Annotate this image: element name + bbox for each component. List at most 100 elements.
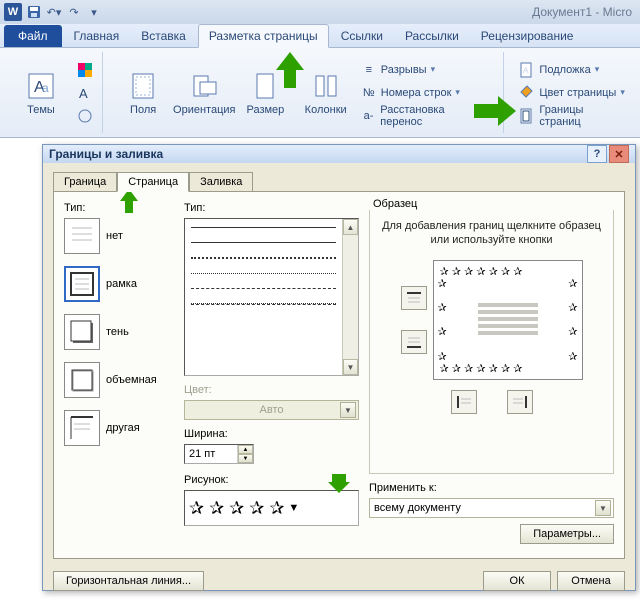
breaks-button[interactable]: ≡Разрывы	[358, 60, 498, 80]
border-right-toggle[interactable]	[507, 390, 533, 414]
size-label: Размер	[246, 104, 284, 116]
help-button[interactable]: ?	[587, 145, 607, 163]
columns-icon	[310, 70, 342, 102]
tab-home[interactable]: Главная	[64, 25, 130, 47]
themes-icon: Aa	[25, 70, 57, 102]
dialog-body: Граница Страница Заливка Тип: нет	[43, 163, 635, 565]
dialog-titlebar: Границы и заливка ? ✕	[43, 145, 635, 163]
art-sample-icon: ✰ ✰ ✰ ✰ ✰	[189, 498, 284, 519]
width-label: Ширина:	[184, 428, 359, 440]
style-dash-dot[interactable]	[191, 303, 336, 305]
setting-box-label: рамка	[106, 278, 137, 290]
chevron-down-icon[interactable]: ▼	[595, 500, 611, 516]
chevron-down-icon[interactable]: ▼	[288, 502, 299, 514]
apply-row: Применить к: всему документу ▼	[369, 482, 614, 518]
scroll-up-icon[interactable]: ▲	[343, 219, 358, 235]
style-solid-2[interactable]	[191, 242, 336, 243]
horizontal-line-button[interactable]: Горизонтальная линия...	[53, 571, 204, 591]
svg-text:a: a	[42, 81, 49, 95]
annotation-arrow-right-icon	[472, 94, 518, 128]
ribbon-tabs: Файл Главная Вставка Разметка страницы С…	[0, 24, 640, 48]
theme-effects-icon[interactable]	[74, 106, 96, 126]
setting-custom[interactable]: другая	[64, 410, 174, 446]
theme-colors-icon[interactable]	[74, 60, 96, 80]
style-column: Тип: ▲ ▼ Цвет:	[184, 202, 359, 548]
svg-text:A: A	[79, 86, 88, 101]
tab-review[interactable]: Рецензирование	[471, 25, 584, 47]
style-solid[interactable]	[191, 227, 336, 228]
tab-page-layout[interactable]: Разметка страницы	[198, 24, 329, 48]
style-scrollbar[interactable]: ▲ ▼	[342, 219, 358, 375]
themes-button[interactable]: Aa Темы	[12, 70, 70, 116]
width-spinner[interactable]: 21 пт ▲▼	[184, 444, 254, 464]
margins-icon	[127, 70, 159, 102]
setting-box[interactable]: рамка	[64, 266, 174, 302]
undo-icon[interactable]: ↶▾	[46, 4, 62, 20]
cancel-button[interactable]: Отмена	[557, 571, 625, 591]
tab-fill[interactable]: Заливка	[189, 172, 253, 192]
apply-combo[interactable]: всему документу ▼	[369, 498, 614, 518]
close-button[interactable]: ✕	[609, 145, 629, 163]
qat-customize-icon[interactable]: ▾	[86, 4, 102, 20]
page-borders-icon	[519, 108, 535, 124]
annotation-arrow-up-icon	[270, 50, 310, 90]
style-dashed[interactable]	[191, 288, 336, 289]
tab-border[interactable]: Граница	[53, 172, 117, 192]
tab-references[interactable]: Ссылки	[331, 25, 393, 47]
line-numbers-icon: №	[361, 85, 377, 101]
page-borders-button[interactable]: Границы страниц	[516, 106, 628, 126]
title-bar: W ↶▾ ↷ ▾ Документ1 - Micro	[0, 0, 640, 24]
setting-custom-icon	[64, 410, 100, 446]
dialog-tabs: Граница Страница Заливка	[53, 171, 625, 191]
setting-3d[interactable]: объемная	[64, 362, 174, 398]
tab-insert[interactable]: Вставка	[131, 25, 196, 47]
watermark-button[interactable]: A Подложка	[516, 60, 628, 80]
group-themes: Aa Темы A	[6, 52, 103, 133]
tab-mailings[interactable]: Рассылки	[395, 25, 469, 47]
style-label: Тип:	[184, 202, 359, 214]
setting-none[interactable]: нет	[64, 218, 174, 254]
svg-text:A: A	[523, 66, 529, 75]
columns-label: Колонки	[305, 104, 347, 116]
tab-file[interactable]: Файл	[4, 25, 62, 47]
style-list-inner	[185, 219, 342, 375]
setting-shadow[interactable]: тень	[64, 314, 174, 350]
page-preview[interactable]: ✰ ✰ ✰ ✰ ✰ ✰ ✰ ✰ ✰ ✰ ✰ ✰ ✰ ✰ ✰✰✰✰ ✰✰✰✰	[433, 260, 583, 380]
color-value: Авто	[260, 404, 284, 416]
border-top-toggle[interactable]	[401, 286, 427, 310]
redo-icon[interactable]: ↷	[66, 4, 82, 20]
dialog-footer: Горизонтальная линия... ОК Отмена	[43, 565, 635, 601]
quick-access-toolbar: W ↶▾ ↷ ▾	[4, 3, 102, 21]
setting-3d-icon	[64, 362, 100, 398]
page-borders-label: Границы страниц	[539, 104, 625, 128]
hyphenation-label: Расстановка перенос	[380, 104, 486, 128]
style-dashed-fine[interactable]	[191, 273, 336, 274]
setting-none-icon	[64, 218, 100, 254]
setting-list: нет рамка тень объемная	[64, 218, 174, 446]
margins-button[interactable]: Поля	[115, 70, 171, 116]
spin-down-icon[interactable]: ▼	[238, 454, 253, 463]
setting-column: Тип: нет рамка тень	[64, 202, 174, 548]
border-left-toggle[interactable]	[451, 390, 477, 414]
page-color-button[interactable]: Цвет страницы	[516, 83, 628, 103]
setting-shadow-icon	[64, 314, 100, 350]
save-icon[interactable]	[26, 4, 42, 20]
art-combo[interactable]: ✰ ✰ ✰ ✰ ✰ ▼	[184, 490, 359, 526]
scroll-down-icon[interactable]: ▼	[343, 359, 358, 375]
setting-custom-label: другая	[106, 422, 140, 434]
watermark-label: Подложка	[539, 64, 590, 76]
spin-up-icon[interactable]: ▲	[238, 445, 253, 454]
ok-button[interactable]: ОК	[483, 571, 551, 591]
orientation-button[interactable]: Ориентация	[175, 70, 233, 116]
border-bottom-toggle[interactable]	[401, 330, 427, 354]
style-listbox[interactable]: ▲ ▼	[184, 218, 359, 376]
theme-parts: A	[74, 60, 96, 126]
sample-label: Образец	[369, 198, 614, 210]
tab-page-border[interactable]: Страница	[117, 172, 189, 192]
setting-none-label: нет	[106, 230, 123, 242]
theme-fonts-icon[interactable]: A	[74, 83, 96, 103]
ribbon: Aa Темы A Поля Ориентация Размер Колонки…	[0, 48, 640, 138]
style-dotted[interactable]	[191, 257, 336, 259]
options-button[interactable]: Параметры...	[520, 524, 614, 544]
orientation-label: Ориентация	[173, 104, 235, 116]
